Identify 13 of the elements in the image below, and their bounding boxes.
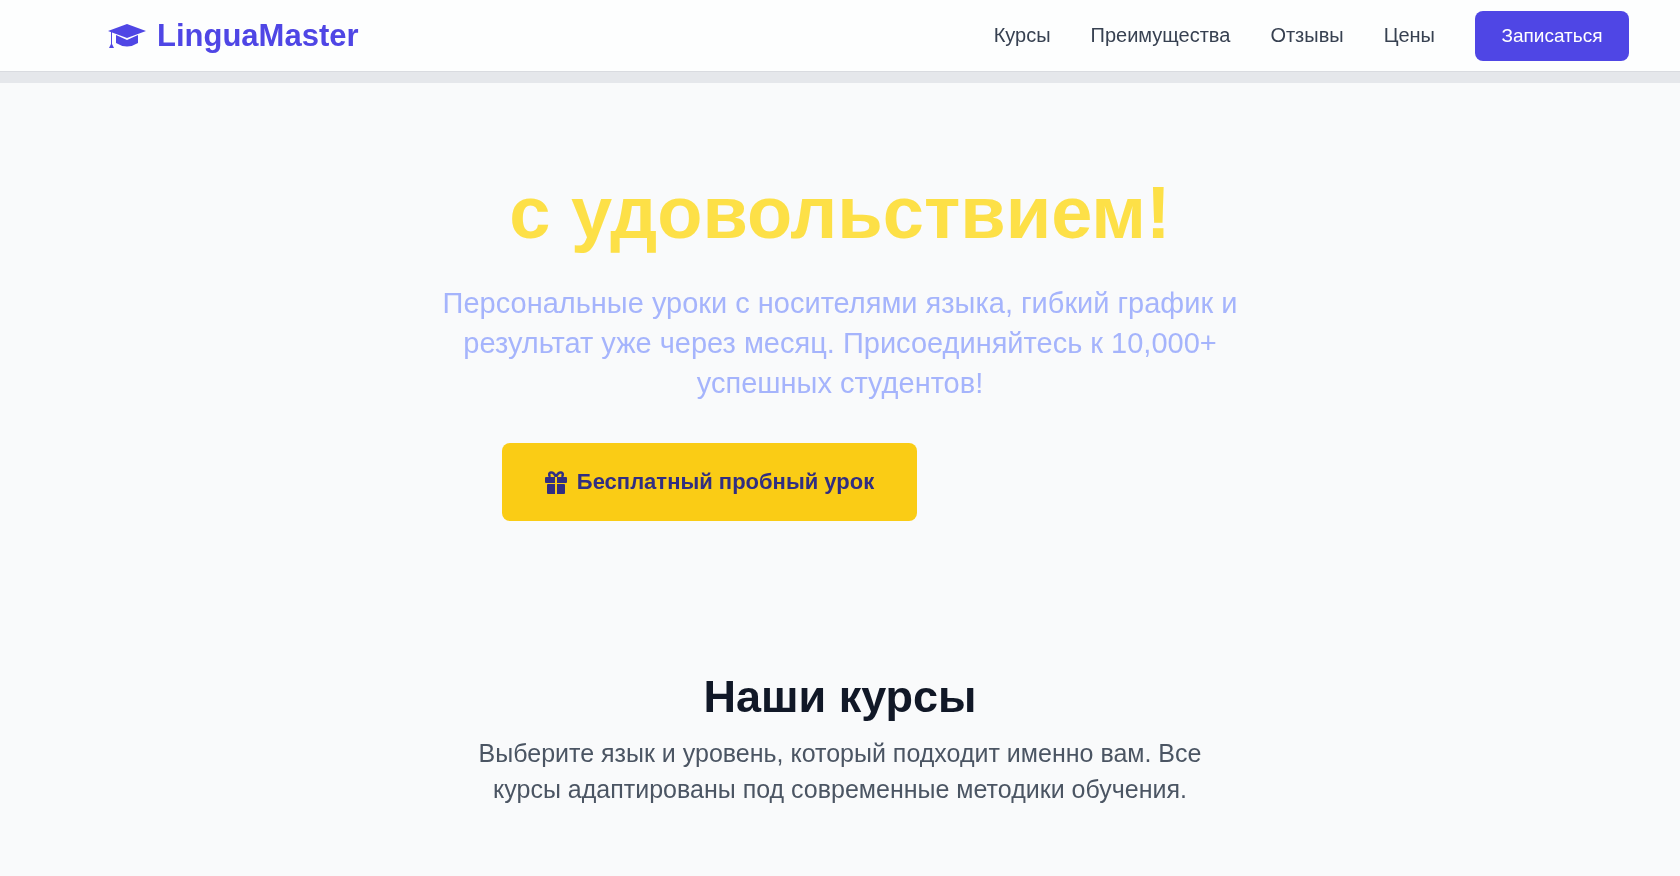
nav-link[interactable]: Преимущества: [1090, 24, 1231, 47]
nav-link[interactable]: Курсы: [993, 24, 1051, 47]
section-title: Наши курсы: [702, 670, 978, 724]
hero-subtitle: Персональные уроки с носителями языка, гибкий график и результат уже через месяц. Присоединяйтесь к 10,000+ успешных студентов!: [441, 286, 1239, 401]
logo-text[interactable]: LinguaMaster: [157, 17, 359, 54]
nav-link[interactable]: Цены: [1383, 24, 1435, 47]
free-lesson-button[interactable]: Бесплатный пробный урок: [502, 443, 917, 521]
section-description: Выберите язык и уровень, который подходит именно вам. Все курсы адаптированы под современные методики обучения.: [477, 738, 1203, 805]
signup-button[interactable]: Записаться: [1475, 10, 1629, 61]
hero-title: с удовольствием!: [508, 170, 1172, 256]
gift-icon: [544, 470, 567, 494]
graduation-cap-icon: [107, 21, 147, 50]
nav-link[interactable]: Отзывы: [1270, 24, 1344, 47]
